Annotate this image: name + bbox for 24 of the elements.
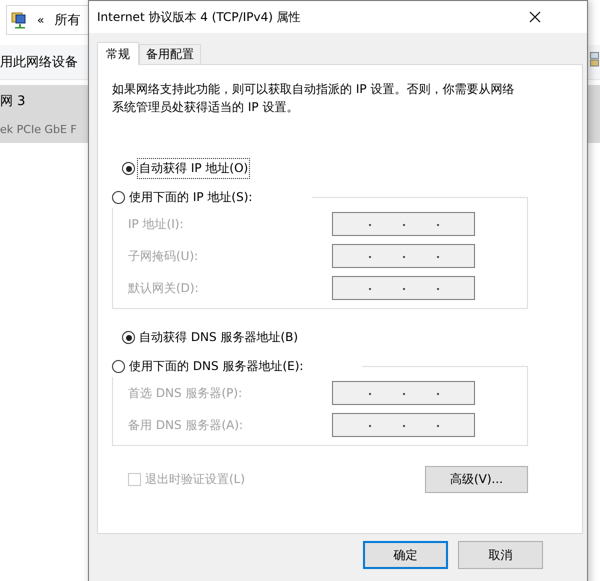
ip-address-field[interactable] <box>332 381 475 405</box>
ip-address-field[interactable] <box>332 212 475 236</box>
cancel-button[interactable]: 取消 <box>458 541 543 569</box>
ip-address-field[interactable] <box>332 276 475 300</box>
ip-address-field[interactable] <box>332 244 475 268</box>
description-text: 如果网络支持此功能，则可以获取自动指派的 IP 设置。否则，你需要从网络系统管理员处获得适当的 IP 设置。 <box>112 81 516 116</box>
field-label: IP 地址(I): <box>128 216 184 232</box>
advanced-button[interactable]: 高级(V)... <box>425 466 528 493</box>
adapter-description: ek PCIe GbE F <box>0 123 78 136</box>
field-label: 备用 DNS 服务器(A): <box>128 416 244 434</box>
toolbar-command[interactable]: 用此网络设备 <box>0 53 78 71</box>
tab[interactable]: 常规 <box>97 42 139 65</box>
ip-address-field[interactable] <box>332 413 475 437</box>
field-label: 默认网关(D): <box>128 280 199 296</box>
field-label: 首选 DNS 服务器(P): <box>128 384 242 402</box>
tab[interactable]: 备用配置 <box>139 44 201 64</box>
field-label: 子网掩码(U): <box>128 248 198 264</box>
ok-button[interactable]: 确定 <box>363 541 448 569</box>
breadcrumb-overflow[interactable]: « <box>37 13 44 27</box>
close-icon[interactable] <box>529 11 541 23</box>
adapter-name: 网 3 <box>0 92 26 110</box>
breadcrumb-path[interactable]: 所有 <box>54 11 80 29</box>
view-icon[interactable] <box>590 52 599 67</box>
window-title: Internet 协议版本 4 (TCP/IPv4) 属性 <box>97 8 301 26</box>
